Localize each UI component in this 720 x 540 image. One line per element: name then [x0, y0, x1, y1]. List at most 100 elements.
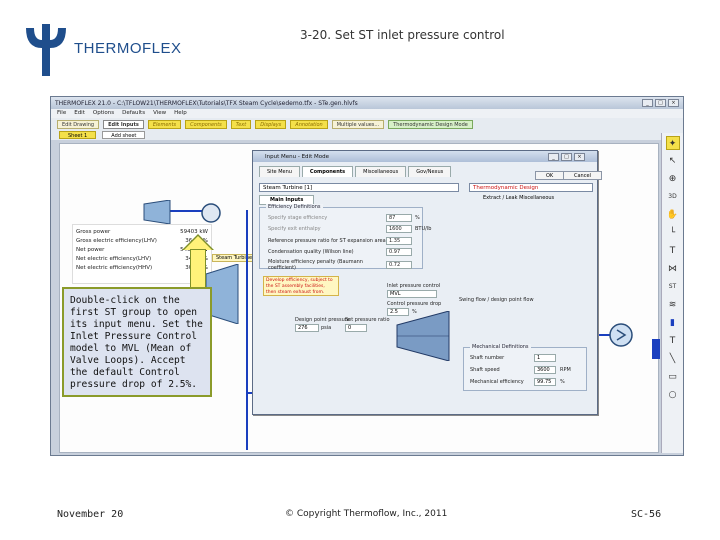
set-pressure-input[interactable]: 0 [345, 324, 367, 332]
sheet-tabs: Sheet 1 Add sheet [51, 130, 683, 140]
thermoflex-logo [26, 24, 66, 76]
set-pressure-label: Set pressure ratio [345, 317, 390, 323]
tab-add-sheet[interactable]: Add sheet [102, 131, 146, 139]
brand-name: THERMOFLEX [74, 40, 182, 57]
elements-button[interactable]: Elements [147, 119, 182, 129]
field-label: Specify exit enthalpy [268, 226, 321, 232]
field-value[interactable]: 0.97 [386, 248, 412, 256]
text-button[interactable]: Text [230, 119, 252, 129]
result-label: Net power [76, 247, 105, 253]
draw-line-icon[interactable]: ╲ [666, 352, 680, 366]
field-label: Moisture efficiency penalty (Baumann coe… [268, 259, 363, 271]
hand-icon[interactable]: ✋ [666, 208, 680, 222]
circle-icon[interactable]: ○ [666, 388, 680, 402]
field-value[interactable]: 1.35 [386, 237, 412, 245]
callout-arrow-head-fill [184, 236, 212, 250]
mech-eff-unit: % [560, 379, 565, 385]
wand-icon[interactable]: ✦ [665, 136, 680, 150]
maximize-icon[interactable]: □ [561, 152, 572, 161]
pipe-tool-icon[interactable]: ▮ [666, 316, 680, 330]
line-icon[interactable]: └ [666, 226, 680, 240]
design-mode-button[interactable]: Thermodynamic Design Mode [388, 119, 473, 129]
condensation-quality-row: Condensation quality (Wilson line) 0.97 [268, 248, 428, 256]
label-3d[interactable]: 3D [666, 190, 680, 204]
field-value[interactable]: 1600 [386, 225, 412, 233]
inlet-control-select[interactable]: MVL [387, 290, 437, 298]
tab-gov-nexus[interactable]: Gov/Nexus [408, 166, 452, 177]
pressure-ratio-row: Reference pressure ratio for ST expansio… [268, 237, 428, 245]
close-icon[interactable]: × [574, 152, 585, 161]
generator-icon[interactable] [200, 202, 222, 224]
control-dp-label: Control pressure drop [387, 301, 442, 307]
blue-block [652, 339, 660, 359]
right-toolbar: ✦ ↖ ⊕ 3D ✋ └ T ⋈ ST ≋ ▮ T ╲ ▭ ○ [661, 133, 683, 453]
close-icon[interactable]: × [668, 99, 679, 107]
menu-help[interactable]: Help [174, 110, 187, 117]
components-button[interactable]: Components [185, 119, 227, 129]
result-label: Gross power [76, 229, 111, 235]
st-expansion-icon [396, 311, 450, 361]
swing-flow-label: Swing flow / design point flow [459, 297, 534, 303]
field-value[interactable]: 0.72 [386, 261, 412, 269]
menu-defaults[interactable]: Defaults [122, 110, 145, 117]
dialog-title: Input Menu - Edit Mode [265, 153, 329, 160]
rectangle-icon[interactable]: ▭ [666, 370, 680, 384]
component-select[interactable]: Steam Turbine [1] [259, 183, 459, 192]
exit-enthalpy-row: Specify exit enthalpy 1600 BTU/lb [268, 225, 432, 233]
valve-icon[interactable]: ⋈ [666, 262, 680, 276]
efficiency-group-title: Efficiency Definitions [266, 204, 323, 210]
label-st[interactable]: ST [666, 280, 680, 294]
menu-options[interactable]: Options [93, 110, 114, 117]
mech-eff-input[interactable]: 99.75 [534, 378, 556, 386]
multiple-values-button[interactable]: Multiple values... [331, 119, 385, 129]
field-value[interactable]: 87 [386, 214, 412, 222]
turbine-icon[interactable] [142, 200, 172, 224]
efficiency-warning: Develop efficiency, subject to the ST as… [263, 276, 339, 296]
tee-icon[interactable]: T [666, 244, 680, 258]
tab-miscellaneous[interactable]: Miscellaneous [355, 166, 407, 177]
steam-pipe [246, 210, 248, 450]
toolbar: Edit Drawing Edit Inputs Elements Compon… [51, 118, 683, 130]
footer-copyright: © Copyright Thermoflow, Inc., 2011 [285, 509, 448, 519]
field-label: Condensation quality (Wilson line) [268, 249, 354, 255]
tab-components[interactable]: Components [301, 166, 354, 177]
mode-select[interactable]: Thermodynamic Design [469, 183, 593, 192]
mechanical-group: Mechanical Definitions Shaft number 1 Sh… [463, 344, 587, 391]
menu-file[interactable]: File [57, 110, 66, 117]
zoom-icon[interactable]: ⊕ [666, 172, 680, 186]
dialog-title-bar: Input Menu - Edit Mode _ □ × [253, 151, 597, 162]
maximize-icon[interactable]: □ [655, 99, 666, 107]
field-unit: % [415, 215, 420, 221]
input-menu-dialog: Input Menu - Edit Mode _ □ × Site Menu C… [252, 150, 602, 415]
menu-edit[interactable]: Edit [74, 110, 85, 117]
app-title-bar: THERMOFLEX 21.0 - C:\TFLOW21\THERMOFLEX\… [51, 97, 683, 109]
hx-icon[interactable]: ≋ [666, 298, 680, 312]
pump-icon[interactable] [608, 322, 634, 348]
menu-view[interactable]: View [153, 110, 166, 117]
annotation-button[interactable]: Annotation [290, 119, 328, 129]
design-pp-unit: psia [321, 325, 332, 331]
extract-leak-tab[interactable]: Extract / Leak Miscellaneous [483, 195, 554, 201]
tab-site-menu[interactable]: Site Menu [259, 166, 300, 177]
field-label: Specify stage efficiency [268, 215, 328, 221]
speed-label: Shaft speed [470, 367, 500, 373]
inlet-control-label: Inlet pressure control [387, 283, 441, 289]
ok-button[interactable]: OK [535, 171, 565, 180]
pointer-icon[interactable]: ↖ [666, 154, 680, 168]
edit-drawing-button[interactable]: Edit Drawing [57, 119, 100, 129]
cancel-button[interactable]: Cancel [563, 171, 602, 180]
displays-button[interactable]: Displays [255, 119, 287, 129]
menu-bar: File Edit Options Defaults View Help [51, 109, 683, 118]
minimize-icon[interactable]: _ [548, 152, 559, 161]
field-unit: BTU/lb [415, 226, 432, 232]
speed-input[interactable]: 3600 [534, 366, 556, 374]
shaft-input[interactable]: 1 [534, 354, 556, 362]
tab-sheet-1[interactable]: Sheet 1 [59, 131, 97, 139]
edit-inputs-button[interactable]: Edit Inputs [103, 119, 144, 129]
speed-unit: RPM [560, 367, 571, 373]
design-pp-input[interactable]: 276 [295, 324, 319, 332]
stage-efficiency-row: Specify stage efficiency 87 % [268, 214, 428, 222]
text-tool-icon[interactable]: T [666, 334, 680, 348]
app-title: THERMOFLEX 21.0 - C:\TFLOW21\THERMOFLEX\… [55, 99, 358, 107]
minimize-icon[interactable]: _ [642, 99, 653, 107]
